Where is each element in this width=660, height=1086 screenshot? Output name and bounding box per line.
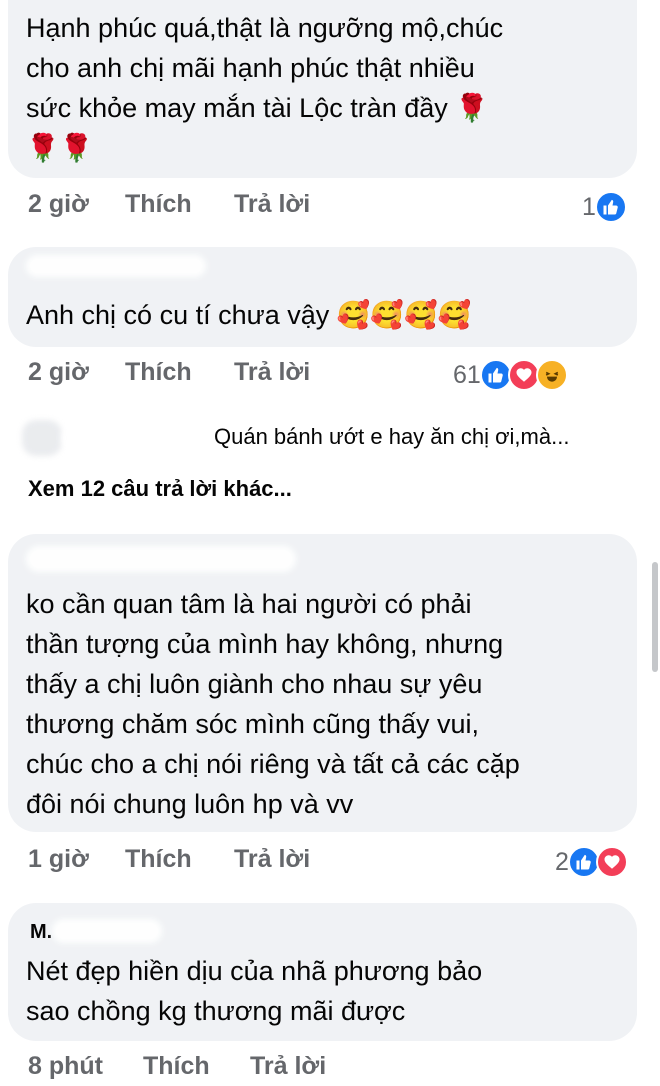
like-button[interactable]: Thích — [125, 358, 192, 387]
comment-line: 🌹🌹 — [26, 133, 94, 163]
comment-author[interactable]: M. — [30, 921, 52, 944]
comment-line: sức khỏe may mắn tài Lộc tràn đầy 🌹 — [26, 93, 489, 123]
like-button[interactable]: Thích — [125, 845, 192, 874]
reply-button[interactable]: Trả lời — [234, 190, 310, 219]
timestamp[interactable]: 1 giờ — [28, 845, 89, 874]
reply-button[interactable]: Trả lời — [234, 845, 310, 874]
comment-text: ko cần quan tâm là hai người có phải thầ… — [26, 584, 623, 824]
like-icon — [594, 191, 627, 223]
comment-line: chúc cho a chị nói riêng và tất cả các c… — [26, 749, 520, 779]
comment-bubble: M. Nét đẹp hiền dịu của nhã phương bảo s… — [8, 903, 637, 1041]
comment-text: Nét đẹp hiền dịu của nhã phương bảo sao … — [26, 951, 623, 1031]
timestamp[interactable]: 2 giờ — [28, 190, 89, 219]
reaction-summary[interactable]: 1 — [582, 190, 627, 224]
comment-text: Hạnh phúc quá,thật là ngưỡng mộ,chúc cho… — [26, 8, 623, 168]
reaction-count: 2 — [555, 847, 569, 876]
comment-bubble: Anh chị có cu tí chưa vậy 🥰🥰🥰🥰 — [8, 247, 637, 347]
like-button[interactable]: Thích — [125, 190, 192, 219]
reaction-summary[interactable]: 61 — [453, 358, 568, 392]
redacted-reply-author — [62, 426, 212, 450]
redacted-avatar — [22, 420, 62, 456]
comment-line: thấy a chị luôn giành cho nhau sự yêu — [26, 669, 483, 699]
timestamp[interactable]: 2 giờ — [28, 358, 89, 387]
comment-line: cho anh chị mãi hạnh phúc thật nhiều — [26, 53, 475, 83]
reaction-count: 1 — [582, 192, 596, 221]
view-more-replies-link[interactable]: Xem 12 câu trả lời khác... — [28, 476, 292, 502]
comment-line: sao chồng kg thương mãi được — [26, 996, 406, 1026]
comment-line: thần tượng của mình hay không, nhưng — [26, 629, 504, 659]
like-button[interactable]: Thích — [143, 1052, 210, 1081]
reply-button[interactable]: Trả lời — [250, 1052, 326, 1081]
comment-text: Anh chị có cu tí chưa vậy 🥰🥰🥰🥰 — [26, 295, 623, 335]
comment-line: thương chăm sóc mình cũng thấy vui, — [26, 709, 480, 739]
comment-bubble: Hạnh phúc quá,thật là ngưỡng mộ,chúc cho… — [8, 0, 637, 178]
redacted-author-name — [52, 919, 162, 943]
comment-line: ko cần quan tâm là hai người có phải — [26, 589, 472, 619]
comment-bubble: ko cần quan tâm là hai người có phải thầ… — [8, 534, 637, 832]
comment-line: Nét đẹp hiền dịu của nhã phương bảo — [26, 956, 483, 986]
redacted-author-name — [26, 255, 206, 277]
reply-preview-text: Quán bánh ướt e hay ăn chị ơi,mà... — [214, 424, 570, 449]
comment-line: đôi nói chung luôn hp và vv — [26, 789, 354, 819]
reply-preview[interactable]: Quán bánh ướt e hay ăn chị ơi,mà... — [22, 420, 642, 456]
reaction-summary[interactable]: 2 — [555, 845, 628, 879]
timestamp[interactable]: 8 phút — [28, 1052, 103, 1081]
redacted-author-name — [26, 546, 296, 572]
love-icon — [595, 846, 628, 878]
reply-button[interactable]: Trả lời — [234, 358, 310, 387]
comment-line: Anh chị có cu tí chưa vậy 🥰🥰🥰🥰 — [26, 300, 472, 330]
comment-line: Hạnh phúc quá,thật là ngưỡng mộ,chúc — [26, 13, 504, 43]
haha-icon — [535, 359, 568, 391]
reaction-count: 61 — [453, 360, 481, 389]
scrollbar[interactable] — [652, 562, 658, 672]
